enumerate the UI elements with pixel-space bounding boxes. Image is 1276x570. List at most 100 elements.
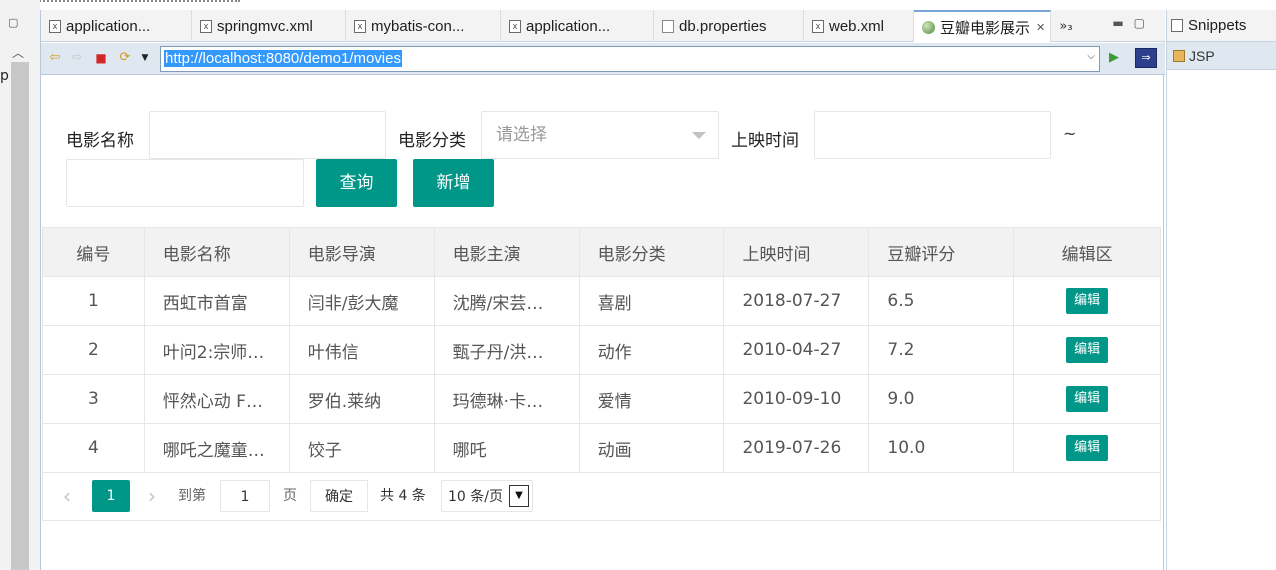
snippet-category-jsp[interactable]: JSP: [1167, 42, 1276, 70]
release-date-label: 上映时间: [731, 131, 799, 151]
editor-tab-bar: x application... x springmvc.xml x mybat…: [41, 10, 1165, 42]
cell-director: 闫非/彭大魔: [288, 276, 435, 326]
left-scrollbar[interactable]: [11, 62, 29, 570]
page-size-select[interactable]: 10 条/页 ▼: [441, 480, 533, 512]
web-page: 电影名称 电影分类 请选择 上映时间 ~ 查询 新增 编号 电影名称 电影导演 …: [41, 76, 1163, 570]
goto-label: 到第: [178, 488, 206, 504]
header-rating: 豆瓣评分: [868, 227, 1015, 277]
table-row: 1 西虹市首富 闫非/彭大魔 沈腾/宋芸… 喜剧 2018-07-27 6.5 …: [42, 276, 1161, 326]
left-view-strip: ▢ ︿ p: [0, 0, 40, 570]
tab-label: 豆瓣电影展示: [940, 19, 1031, 37]
cell-edit: 编辑: [1013, 423, 1161, 473]
minimize-icon[interactable]: ▢: [8, 16, 18, 29]
movie-name-label: 电影名称: [66, 131, 134, 151]
external-browser-icon[interactable]: ⇒: [1135, 48, 1157, 68]
cell-name: 哪吒之魔童…: [143, 423, 290, 473]
cell-name: 怦然心动 F…: [143, 374, 290, 424]
category-label: 电影分类: [398, 131, 466, 151]
cell-edit: 编辑: [1013, 374, 1161, 424]
cell-director: 罗伯.莱纳: [288, 374, 435, 424]
url-text: http://localhost:8080/demo1/movies: [164, 50, 402, 67]
table-row: 4 哪吒之魔童… 饺子 哪吒 动画 2019-07-26 10.0 编辑: [42, 423, 1161, 473]
page-number-current[interactable]: 1: [92, 480, 130, 512]
confirm-button[interactable]: 确定: [310, 480, 368, 512]
tab-label: web.xml: [829, 17, 885, 35]
cell-rating: 6.5: [868, 276, 1015, 326]
go-icon[interactable]: ▶: [1109, 50, 1119, 65]
category-select[interactable]: 请选择: [481, 111, 719, 159]
properties-file-icon: [662, 19, 674, 33]
tab-application-2[interactable]: x application...: [501, 10, 654, 42]
cell-rating: 9.0: [868, 374, 1015, 424]
movie-name-input[interactable]: [149, 111, 386, 159]
edit-button[interactable]: 编辑: [1066, 386, 1109, 412]
date-to-input[interactable]: [66, 159, 304, 207]
header-category: 电影分类: [578, 227, 725, 277]
tab-label: db.properties: [679, 17, 767, 35]
stop-icon[interactable]: ■: [93, 50, 109, 66]
search-button[interactable]: 查询: [316, 159, 397, 207]
cell-name: 叶问2:宗师…: [143, 325, 290, 375]
tab-snippets[interactable]: Snippets: [1167, 10, 1276, 42]
cell-rating: 7.2: [868, 325, 1015, 375]
cell-cast: 玛德琳·卡…: [433, 374, 580, 424]
cell-rating: 10.0: [868, 423, 1015, 473]
minimize-icon[interactable]: ▬: [1112, 16, 1133, 30]
cell-id: 4: [42, 423, 145, 473]
goto-page-input[interactable]: 1: [220, 480, 270, 512]
edit-button[interactable]: 编辑: [1066, 337, 1109, 363]
cell-id: 3: [42, 374, 145, 424]
chevron-down-icon[interactable]: ⌵: [1087, 51, 1095, 62]
cell-edit: 编辑: [1013, 325, 1161, 375]
prev-page-icon[interactable]: ‹: [63, 480, 71, 512]
tab-label: application...: [526, 17, 611, 35]
date-from-input[interactable]: [814, 111, 1051, 159]
tab-label: application...: [66, 17, 151, 35]
dropdown-arrow-icon[interactable]: ▼: [137, 50, 153, 66]
pagination: ‹ 1 › 到第 1 页 确定 共 4 条 10 条/页 ▼: [42, 471, 1161, 521]
table-header-row: 编号 电影名称 电影导演 电影主演 电影分类 上映时间 豆瓣评分 编辑区: [42, 227, 1161, 277]
cell-id: 1: [42, 276, 145, 326]
edit-button[interactable]: 编辑: [1066, 435, 1109, 461]
page-unit-label: 页: [283, 488, 297, 504]
url-bar[interactable]: http://localhost:8080/demo1/movies ⌵: [160, 46, 1100, 72]
folder-icon: [1173, 49, 1185, 62]
header-date: 上映时间: [723, 227, 870, 277]
cell-category: 爱情: [578, 374, 725, 424]
maximize-icon[interactable]: ▢: [1134, 16, 1155, 30]
back-arrow-icon[interactable]: ⇦: [47, 50, 63, 66]
next-page-icon[interactable]: ›: [148, 480, 156, 512]
close-icon[interactable]: ✕: [1036, 21, 1045, 34]
cell-date: 2010-09-10: [723, 374, 870, 424]
tab-application-1[interactable]: x application...: [41, 10, 192, 42]
header-id: 编号: [42, 227, 145, 277]
cell-category: 动画: [578, 423, 725, 473]
refresh-icon[interactable]: ⟳: [117, 50, 133, 66]
cell-date: 2018-07-27: [723, 276, 870, 326]
tab-springmvc[interactable]: x springmvc.xml: [192, 10, 346, 42]
chevron-up-icon[interactable]: ︿: [12, 44, 24, 61]
tab-douban-movies[interactable]: 豆瓣电影展示 ✕: [914, 10, 1051, 42]
cell-category: 喜剧: [578, 276, 725, 326]
table-row: 2 叶问2:宗师… 叶伟信 甄子丹/洪… 动作 2010-04-27 7.2 编…: [42, 325, 1161, 375]
tab-web-xml[interactable]: x web.xml: [804, 10, 914, 42]
add-button[interactable]: 新增: [413, 159, 494, 207]
forward-arrow-icon[interactable]: ⇨: [69, 50, 85, 66]
header-name: 电影名称: [143, 227, 290, 277]
snippets-title: Snippets: [1188, 17, 1247, 34]
xml-file-icon: x: [200, 19, 212, 33]
tab-label: springmvc.xml: [217, 17, 313, 35]
header-director: 电影导演: [288, 227, 435, 277]
tab-mybatis-config[interactable]: x mybatis-con...: [346, 10, 501, 42]
cell-cast: 沈腾/宋芸…: [433, 276, 580, 326]
xml-file-icon: x: [49, 19, 61, 33]
xml-file-icon: x: [509, 19, 521, 33]
tab-overflow-button[interactable]: »₃: [1051, 10, 1081, 42]
edit-button[interactable]: 编辑: [1066, 288, 1109, 314]
cell-edit: 编辑: [1013, 276, 1161, 326]
cell-cast: 哪吒: [433, 423, 580, 473]
cell-cast: 甄子丹/洪…: [433, 325, 580, 375]
tab-db-properties[interactable]: db.properties: [654, 10, 804, 42]
cell-id: 2: [42, 325, 145, 375]
chevron-down-icon: ▼: [509, 485, 529, 507]
